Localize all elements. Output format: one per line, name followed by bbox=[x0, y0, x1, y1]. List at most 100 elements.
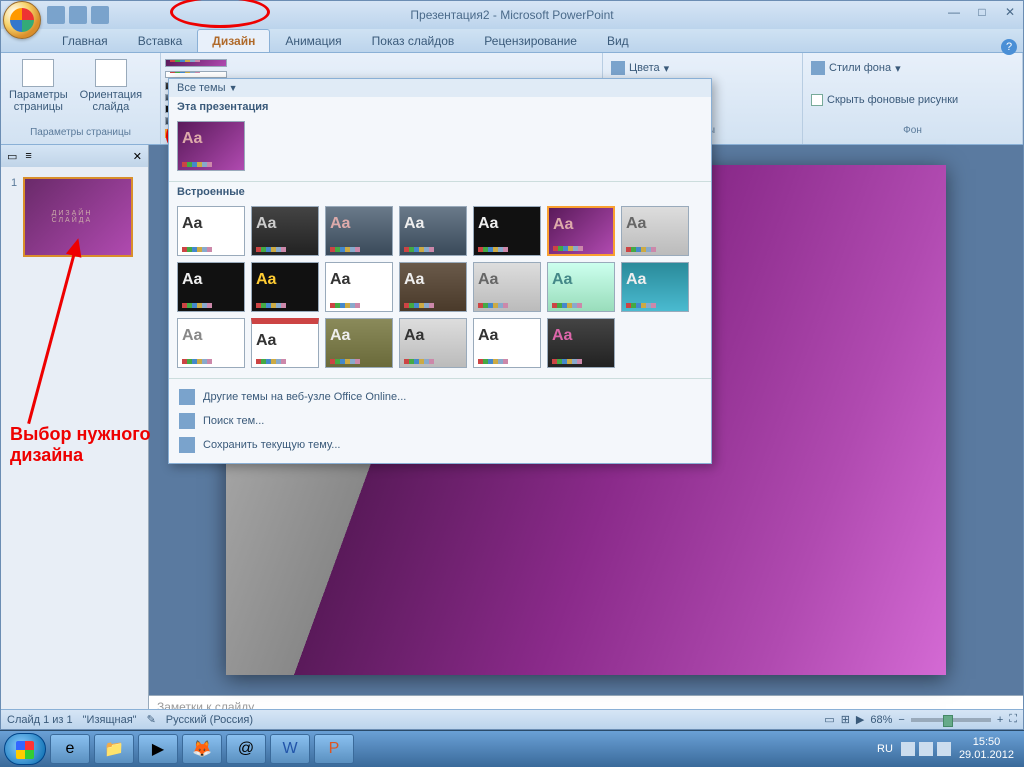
minimize-button[interactable]: — bbox=[945, 5, 963, 21]
tab-view[interactable]: Вид bbox=[592, 29, 644, 52]
dd-grid-this: Aa bbox=[169, 117, 711, 182]
tab-home[interactable]: Главная bbox=[47, 29, 123, 52]
office-button[interactable] bbox=[3, 1, 41, 39]
dd-save-current[interactable]: Сохранить текущую тему... bbox=[169, 433, 711, 457]
theme-thumb[interactable]: Aa bbox=[251, 318, 319, 368]
task-ie[interactable]: e bbox=[50, 734, 90, 764]
status-language[interactable]: Русский (Россия) bbox=[166, 714, 253, 726]
theme-thumb[interactable]: Aa bbox=[621, 262, 689, 312]
task-explorer[interactable]: 📁 bbox=[94, 734, 134, 764]
group-background: Стили фона ▾ Скрыть фоновые рисунки Фон bbox=[803, 53, 1023, 144]
theme-thumb[interactable]: Aa bbox=[251, 262, 319, 312]
status-zoom: 68% bbox=[870, 714, 892, 726]
tray-date: 29.01.2012 bbox=[959, 749, 1014, 762]
status-theme-name: "Изящная" bbox=[83, 714, 137, 726]
globe-icon bbox=[179, 389, 195, 405]
outline-tab-icon[interactable]: ≡ bbox=[25, 150, 31, 162]
tray-clock[interactable]: 15:50 29.01.2012 bbox=[959, 736, 1014, 762]
tray-lang[interactable]: RU bbox=[877, 743, 893, 755]
theme-thumb[interactable]: Aa bbox=[473, 318, 541, 368]
theme-thumb[interactable]: Aa bbox=[547, 262, 615, 312]
orientation-icon bbox=[95, 59, 127, 87]
page-setup-button[interactable]: Параметры страницы bbox=[7, 57, 70, 115]
theme-thumb[interactable]: Aa bbox=[399, 318, 467, 368]
theme-thumb[interactable]: Aa bbox=[325, 318, 393, 368]
tray-volume-icon[interactable] bbox=[937, 742, 951, 756]
tray-flag-icon[interactable] bbox=[901, 742, 915, 756]
hide-bg-checkbox[interactable]: Скрыть фоновые рисунки bbox=[811, 92, 1014, 108]
colors-button[interactable]: Цвета ▾ bbox=[611, 59, 794, 77]
powerpoint-window: Презентация2 - Microsoft PowerPoint — □ … bbox=[0, 0, 1024, 730]
redo-icon[interactable] bbox=[91, 6, 109, 24]
slides-tab-icon[interactable]: ▭ bbox=[7, 150, 17, 163]
dd-more-online[interactable]: Другие темы на веб-узле Office Online... bbox=[169, 385, 711, 409]
status-slide-count: Слайд 1 из 1 bbox=[7, 714, 73, 726]
spellcheck-icon[interactable]: ✎ bbox=[147, 713, 156, 726]
maximize-button[interactable]: □ bbox=[973, 5, 991, 21]
theme-thumb[interactable]: Aa bbox=[473, 262, 541, 312]
theme-thumb[interactable]: Aa bbox=[165, 59, 227, 67]
tab-slideshow[interactable]: Показ слайдов bbox=[357, 29, 470, 52]
window-controls: — □ ✕ bbox=[945, 5, 1019, 21]
ribbon-tabs: Главная Вставка Дизайн Анимация Показ сл… bbox=[1, 29, 1023, 53]
task-word[interactable]: W bbox=[270, 734, 310, 764]
tray-time: 15:50 bbox=[959, 736, 1014, 749]
orientation-label: Ориентация слайда bbox=[80, 89, 142, 113]
theme-thumb[interactable]: Aa bbox=[547, 318, 615, 368]
slide-thumb-title: ДИЗАЙН СЛАЙДА bbox=[52, 210, 105, 224]
fit-to-window-icon[interactable]: ⛶ bbox=[1009, 713, 1017, 726]
task-firefox[interactable]: 🦊 bbox=[182, 734, 222, 764]
zoom-slider[interactable] bbox=[911, 718, 991, 722]
themes-dropdown: Все темы ▼ Эта презентация Aa Встроенные… bbox=[168, 78, 712, 464]
theme-thumb-selected[interactable]: Aa bbox=[547, 206, 615, 256]
theme-thumb[interactable]: Aa bbox=[325, 206, 393, 256]
zoom-out-button[interactable]: − bbox=[898, 714, 904, 726]
close-panel-icon[interactable]: ✕ bbox=[133, 150, 142, 163]
slide-panel-tabs: ▭ ≡ ✕ bbox=[1, 145, 148, 167]
theme-thumb[interactable]: Aa bbox=[177, 121, 245, 171]
quick-access-toolbar bbox=[47, 6, 109, 24]
statusbar: Слайд 1 из 1 "Изящная" ✎ Русский (Россия… bbox=[1, 709, 1023, 729]
theme-thumb[interactable]: Aa bbox=[473, 206, 541, 256]
slide-number: 1 bbox=[11, 177, 17, 257]
window-title: Презентация2 - Microsoft PowerPoint bbox=[410, 8, 613, 22]
task-powerpoint[interactable]: P bbox=[314, 734, 354, 764]
view-sorter-icon[interactable]: ⊞ bbox=[841, 713, 850, 726]
theme-thumb[interactable]: Aa bbox=[177, 318, 245, 368]
save-icon[interactable] bbox=[47, 6, 65, 24]
tab-animation[interactable]: Анимация bbox=[270, 29, 356, 52]
page-setup-group-label: Параметры страницы bbox=[7, 125, 154, 140]
theme-thumb[interactable]: Aa bbox=[399, 262, 467, 312]
theme-thumb[interactable]: Aa bbox=[399, 206, 467, 256]
group-page-setup: Параметры страницы Ориентация слайда Пар… bbox=[1, 53, 161, 144]
undo-icon[interactable] bbox=[69, 6, 87, 24]
system-tray: RU 15:50 29.01.2012 bbox=[877, 736, 1020, 762]
chevron-down-icon: ▼ bbox=[229, 83, 238, 93]
tab-design[interactable]: Дизайн bbox=[197, 29, 270, 52]
dd-search-themes[interactable]: Поиск тем... bbox=[169, 409, 711, 433]
tray-network-icon[interactable] bbox=[919, 742, 933, 756]
theme-thumb[interactable]: Aa bbox=[325, 262, 393, 312]
start-button[interactable] bbox=[4, 733, 46, 765]
checkbox-icon bbox=[811, 94, 823, 106]
bg-styles-button[interactable]: Стили фона ▾ bbox=[811, 59, 1014, 77]
tab-review[interactable]: Рецензирование bbox=[469, 29, 592, 52]
view-normal-icon[interactable]: ▭ bbox=[824, 713, 834, 726]
theme-thumb[interactable]: Aa bbox=[177, 206, 245, 256]
save-icon bbox=[179, 437, 195, 453]
dd-section-this: Эта презентация bbox=[169, 97, 711, 117]
dd-all-themes[interactable]: Все темы ▼ bbox=[169, 79, 711, 97]
task-mail[interactable]: @ bbox=[226, 734, 266, 764]
page-setup-icon bbox=[22, 59, 54, 87]
orientation-button[interactable]: Ориентация слайда bbox=[78, 57, 144, 115]
view-slideshow-icon[interactable]: ▶ bbox=[856, 713, 864, 726]
task-media[interactable]: ▶ bbox=[138, 734, 178, 764]
theme-thumb[interactable]: Aa bbox=[251, 206, 319, 256]
close-button[interactable]: ✕ bbox=[1001, 5, 1019, 21]
theme-thumb[interactable]: Aa bbox=[621, 206, 689, 256]
tab-insert[interactable]: Вставка bbox=[123, 29, 198, 52]
theme-thumb[interactable]: Aa bbox=[177, 262, 245, 312]
titlebar: Презентация2 - Microsoft PowerPoint — □ … bbox=[1, 1, 1023, 29]
zoom-in-button[interactable]: + bbox=[997, 714, 1003, 726]
page-setup-label: Параметры страницы bbox=[9, 89, 68, 113]
